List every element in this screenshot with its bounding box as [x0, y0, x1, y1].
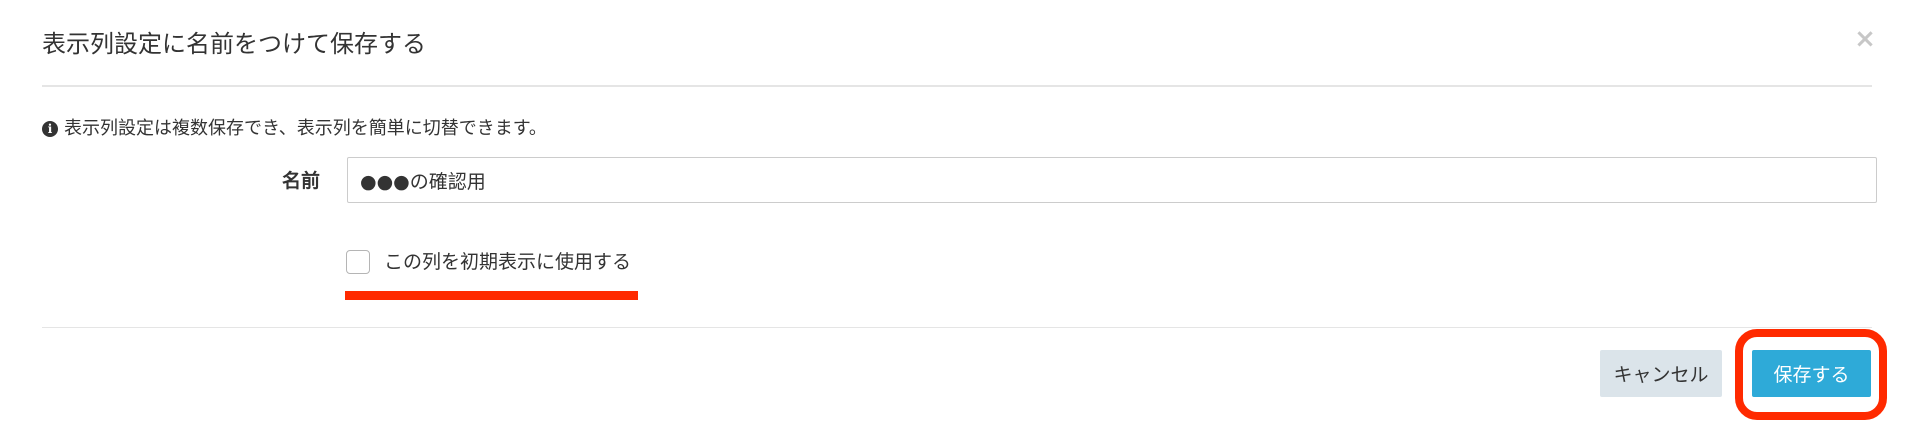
footer-divider	[42, 327, 1872, 328]
cancel-button[interactable]: キャンセル	[1600, 350, 1722, 397]
annotation-underline	[345, 291, 638, 300]
info-message: i 表示列設定は複数保存でき、表示列を簡単に切替できます。	[42, 116, 547, 142]
info-text: 表示列設定は複数保存でき、表示列を簡単に切替できます。	[64, 118, 547, 139]
info-icon: i	[42, 121, 58, 137]
save-button[interactable]: 保存する	[1752, 350, 1871, 397]
close-icon[interactable]: ×	[1850, 24, 1880, 54]
default-view-checkbox-label[interactable]: この列を初期表示に使用する	[384, 249, 631, 275]
default-view-checkbox-row[interactable]: この列を初期表示に使用する	[346, 249, 631, 275]
save-view-settings-modal: 表示列設定に名前をつけて保存する × i 表示列設定は複数保存でき、表示列を簡単…	[0, 0, 1912, 435]
name-input[interactable]	[347, 157, 1877, 203]
default-view-checkbox[interactable]	[346, 250, 370, 274]
name-label: 名前	[281, 170, 320, 192]
modal-header: 表示列設定に名前をつけて保存する ×	[42, 0, 1876, 87]
modal-title: 表示列設定に名前をつけて保存する	[42, 30, 426, 58]
